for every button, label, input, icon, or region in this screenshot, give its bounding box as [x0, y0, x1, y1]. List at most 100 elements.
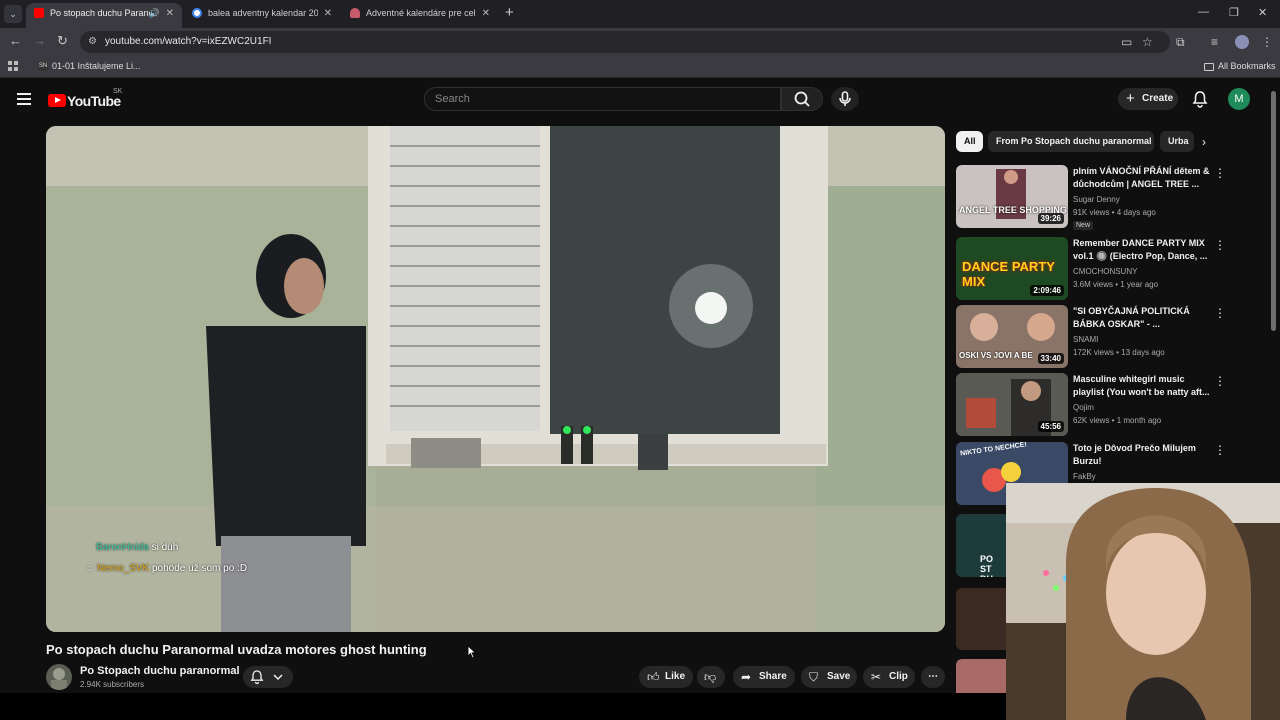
- share-icon: ➦: [741, 670, 752, 684]
- save-label: Save: [827, 671, 851, 682]
- guide-menu-icon[interactable]: [17, 93, 31, 105]
- video-thumbnail[interactable]: 45:56: [956, 373, 1068, 436]
- recommendation-meta: 3.6M views • 1 year ago: [1073, 280, 1159, 289]
- chat-text: si duh: [151, 542, 179, 553]
- video-duration: 39:26: [1037, 213, 1064, 224]
- video-thumbnail[interactable]: ANGEL TREE SHOPPING 39:26: [956, 165, 1068, 228]
- notifications-button[interactable]: [1192, 90, 1208, 113]
- channel-avatar[interactable]: [46, 664, 72, 690]
- channel-name[interactable]: Po Stopach duchu paranormal: [80, 665, 240, 677]
- search-button[interactable]: [781, 87, 823, 111]
- video-thumbnail[interactable]: [956, 588, 1006, 650]
- webcam-image: [1006, 483, 1280, 720]
- mouse-cursor-icon: [467, 645, 477, 659]
- subscription-notifications-button[interactable]: [243, 666, 293, 688]
- cast-icon[interactable]: ▭: [1121, 35, 1132, 49]
- clip-button[interactable]: ✂ Clip: [863, 666, 915, 688]
- video-thumbnail[interactable]: [956, 659, 1006, 693]
- save-button[interactable]: ⛉ Save: [801, 666, 857, 688]
- more-vertical-icon[interactable]: ⋮: [1214, 375, 1226, 387]
- share-button[interactable]: ➦ Share: [733, 666, 795, 688]
- apps-grid-icon[interactable]: [8, 61, 18, 71]
- like-button[interactable]: 👍︎ Like: [639, 666, 693, 688]
- video-player[interactable]: BaronHnida si duh ☺ Nemo_SVK pohode už s…: [46, 126, 945, 632]
- create-label: Create: [1142, 93, 1174, 104]
- webcam-overlay: [1006, 483, 1280, 720]
- page-scrollbar[interactable]: [1271, 91, 1276, 331]
- extensions-icon[interactable]: ⧉: [1176, 35, 1185, 49]
- browser-menu-icon[interactable]: ⋮: [1261, 35, 1273, 49]
- new-badge: New: [1073, 221, 1094, 230]
- recommendation-item[interactable]: ANGEL TREE SHOPPING 39:26 plním VÁNOČNÍ …: [956, 165, 1274, 230]
- video-thumbnail[interactable]: OSKI VS JOVI A BE 33:40: [956, 305, 1068, 368]
- all-bookmarks-button[interactable]: All Bookmarks: [1204, 61, 1276, 71]
- tab-youtube[interactable]: Po stopach duchu Paranormal 🔊 ✕: [26, 3, 182, 28]
- chat-message: ☺ Nemo_SVK pohode už som po :D: [86, 563, 247, 574]
- create-button[interactable]: + Create: [1118, 88, 1178, 110]
- tab-advent-shop[interactable]: Adventné kalendáre pre celú ro ✕: [342, 3, 498, 28]
- recommendation-item[interactable]: OSKI VS JOVI A BE 33:40 "SI OBYČAJNÁ POL…: [956, 305, 1274, 368]
- recommendation-title: plním VÁNOČNÍ PŘÁNÍ dětem & důchodcům | …: [1073, 166, 1210, 189]
- more-vertical-icon[interactable]: ⋮: [1214, 239, 1226, 251]
- youtube-logo[interactable]: YouTube SK: [48, 88, 122, 110]
- reload-icon[interactable]: ↻: [57, 34, 68, 48]
- close-tab-icon[interactable]: ✕: [324, 3, 332, 24]
- bookmark-item[interactable]: SN 01-01 Inštalujeme Li...: [38, 61, 141, 72]
- close-window-button[interactable]: ✕: [1258, 6, 1267, 19]
- restore-button[interactable]: ❐: [1229, 6, 1239, 19]
- video-duration: 45:56: [1037, 421, 1064, 432]
- dislike-button[interactable]: 👎︎: [697, 666, 725, 688]
- address-bar[interactable]: ⚙ youtube.com/watch?v=ixEZWC2U1FI: [80, 31, 1170, 53]
- tab-google[interactable]: balea adventny kalendar 2025 - ✕: [184, 3, 340, 28]
- user-badge-icon: ☺: [86, 564, 95, 573]
- chat-message: BaronHnida si duh: [96, 542, 178, 553]
- recommendation-item[interactable]: DANCE PARTY MIX 2:09:46 Remember DANCE P…: [956, 237, 1274, 300]
- close-tab-icon[interactable]: ✕: [166, 3, 174, 24]
- search-input[interactable]: Search: [424, 87, 781, 111]
- more-vertical-icon[interactable]: ⋮: [1214, 307, 1226, 319]
- voice-search-button[interactable]: [831, 87, 859, 111]
- bookmark-star-icon[interactable]: ☆: [1142, 35, 1153, 49]
- bookmark-icon: ⛉: [809, 670, 819, 684]
- url-text: youtube.com/watch?v=ixEZWC2U1FI: [105, 36, 272, 47]
- thumbnail-text: OSKI VS JOVI A BE: [959, 351, 1033, 360]
- more-vertical-icon[interactable]: ⋮: [1214, 167, 1226, 179]
- chip-all[interactable]: All: [956, 131, 983, 152]
- chip-from-channel[interactable]: From Po Stopach duchu paranormal: [988, 131, 1154, 152]
- scissors-icon: ✂: [871, 670, 882, 684]
- chevron-right-icon[interactable]: ›: [1202, 135, 1206, 149]
- media-controls-icon[interactable]: ≡: [1211, 35, 1218, 49]
- chat-text: pohode už som po :D: [151, 563, 248, 574]
- clip-label: Clip: [889, 671, 908, 682]
- recommendation-meta: 172K views • 13 days ago: [1073, 348, 1165, 357]
- recommendation-meta: 91K views • 4 days ago: [1073, 208, 1156, 217]
- minimize-button[interactable]: —: [1198, 6, 1209, 18]
- bookmark-favicon: SN: [38, 62, 48, 72]
- profile-avatar[interactable]: [1235, 35, 1249, 49]
- back-arrow-icon[interactable]: ←: [9, 34, 22, 48]
- logo-text: YouTube: [67, 92, 121, 109]
- new-tab-button[interactable]: +: [505, 5, 514, 21]
- video-thumbnail[interactable]: PO ST DU: [956, 514, 1006, 577]
- tab-search-button[interactable]: ⌄: [4, 5, 22, 23]
- account-avatar[interactable]: M: [1228, 88, 1250, 110]
- site-info-icon[interactable]: ⚙: [88, 36, 100, 48]
- tab-label: Po stopach duchu Paranormal: [50, 8, 150, 19]
- recommendation-title: Toto je Dôvod Prečo Milujem Burzu!: [1073, 443, 1196, 466]
- more-actions-button[interactable]: ⋯: [921, 666, 945, 688]
- channel-avatar-image: [51, 668, 67, 690]
- close-tab-icon[interactable]: ✕: [482, 3, 490, 24]
- speaker-icon[interactable]: 🔊: [149, 3, 160, 24]
- forward-arrow-icon[interactable]: →: [33, 34, 46, 48]
- chat-username: BaronHnida: [96, 542, 149, 553]
- more-vertical-icon[interactable]: ⋮: [1214, 444, 1226, 456]
- recommendation-title: "SI OBYČAJNÁ POLITICKÁ BÁBKA OSKAR" - ..…: [1073, 306, 1190, 329]
- video-title: Po stopach duchu Paranormal uvadza motor…: [46, 642, 427, 657]
- video-duration: 2:09:46: [1030, 285, 1064, 296]
- video-frame: [46, 126, 945, 632]
- recommendation-item[interactable]: 45:56 Masculine whitegirl music playlist…: [956, 373, 1274, 436]
- video-thumbnail[interactable]: DANCE PARTY MIX 2:09:46: [956, 237, 1068, 300]
- recommendation-channel: Sugar Denny: [1073, 195, 1120, 204]
- chip-partial[interactable]: Urba: [1160, 131, 1194, 152]
- search-placeholder: Search: [435, 93, 470, 105]
